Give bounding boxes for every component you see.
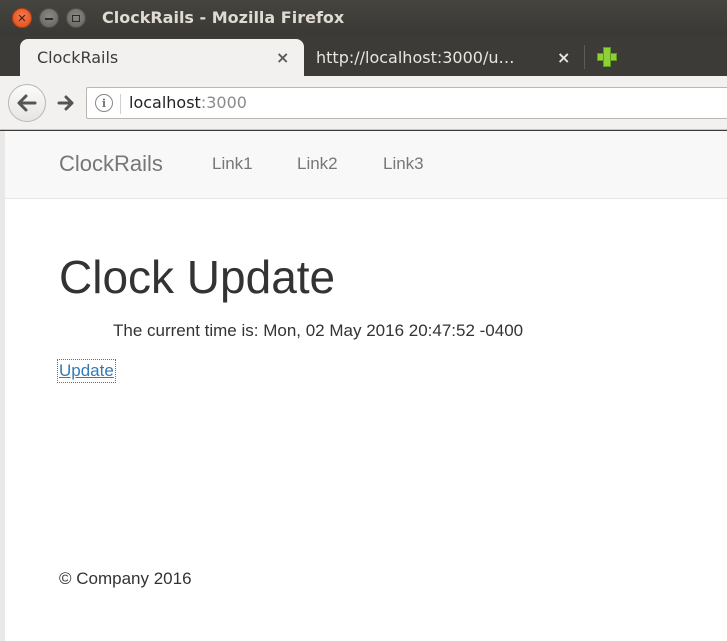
nav-link-1[interactable]: Link1	[212, 154, 253, 174]
maximize-icon	[72, 14, 80, 22]
url-host: localhost	[129, 93, 201, 112]
plus-icon-bar	[603, 47, 611, 67]
window-minimize-button[interactable]	[39, 8, 59, 28]
footer-copyright: © Company 2016	[59, 569, 192, 588]
forward-button[interactable]	[50, 89, 82, 117]
firefox-window: ✕ ClockRails - Mozilla Firefox ClockRail…	[0, 0, 727, 641]
tab-clockrails[interactable]: ClockRails ×	[20, 39, 304, 76]
arrow-left-icon	[17, 94, 37, 112]
page-title: Clock Update	[59, 251, 336, 303]
window-maximize-button[interactable]	[66, 8, 86, 28]
window-title: ClockRails - Mozilla Firefox	[102, 8, 345, 27]
navbar-brand[interactable]: ClockRails	[59, 151, 163, 177]
url-port: :3000	[200, 93, 247, 112]
update-link[interactable]: Update	[57, 359, 116, 383]
site-navbar: ClockRails Link1 Link2 Link3	[5, 131, 727, 199]
close-icon: ✕	[17, 11, 27, 25]
current-time-text: The current time is: Mon, 02 May 2016 20…	[113, 321, 524, 340]
page-viewport: ClockRails Link1 Link2 Link3 Clock Updat…	[5, 131, 727, 641]
nav-link-2[interactable]: Link2	[297, 154, 338, 174]
tab-close-icon[interactable]: ×	[557, 48, 570, 68]
tab-label: ClockRails	[37, 48, 119, 67]
info-icon[interactable]: i	[95, 94, 113, 112]
url-bar[interactable]: i localhost:3000	[86, 87, 727, 119]
url-text[interactable]: localhost:3000	[129, 93, 247, 112]
tab-strip: ClockRails × http://localhost:3000/u… ×	[0, 36, 727, 76]
back-button[interactable]	[8, 84, 46, 122]
window-close-button[interactable]: ✕	[12, 8, 32, 28]
minimize-icon	[45, 18, 53, 20]
tab-localhost-update[interactable]: http://localhost:3000/u… ×	[304, 39, 584, 76]
nav-link-3[interactable]: Link3	[383, 154, 424, 174]
tab-label: http://localhost:3000/u…	[316, 48, 515, 67]
tab-close-icon[interactable]: ×	[276, 48, 289, 68]
tab-separator	[584, 45, 585, 69]
navigation-toolbar: i localhost:3000	[0, 76, 727, 130]
url-divider	[120, 94, 121, 114]
arrow-right-icon	[57, 95, 74, 111]
new-tab-button[interactable]	[596, 46, 618, 68]
title-bar: ✕ ClockRails - Mozilla Firefox	[0, 0, 727, 36]
